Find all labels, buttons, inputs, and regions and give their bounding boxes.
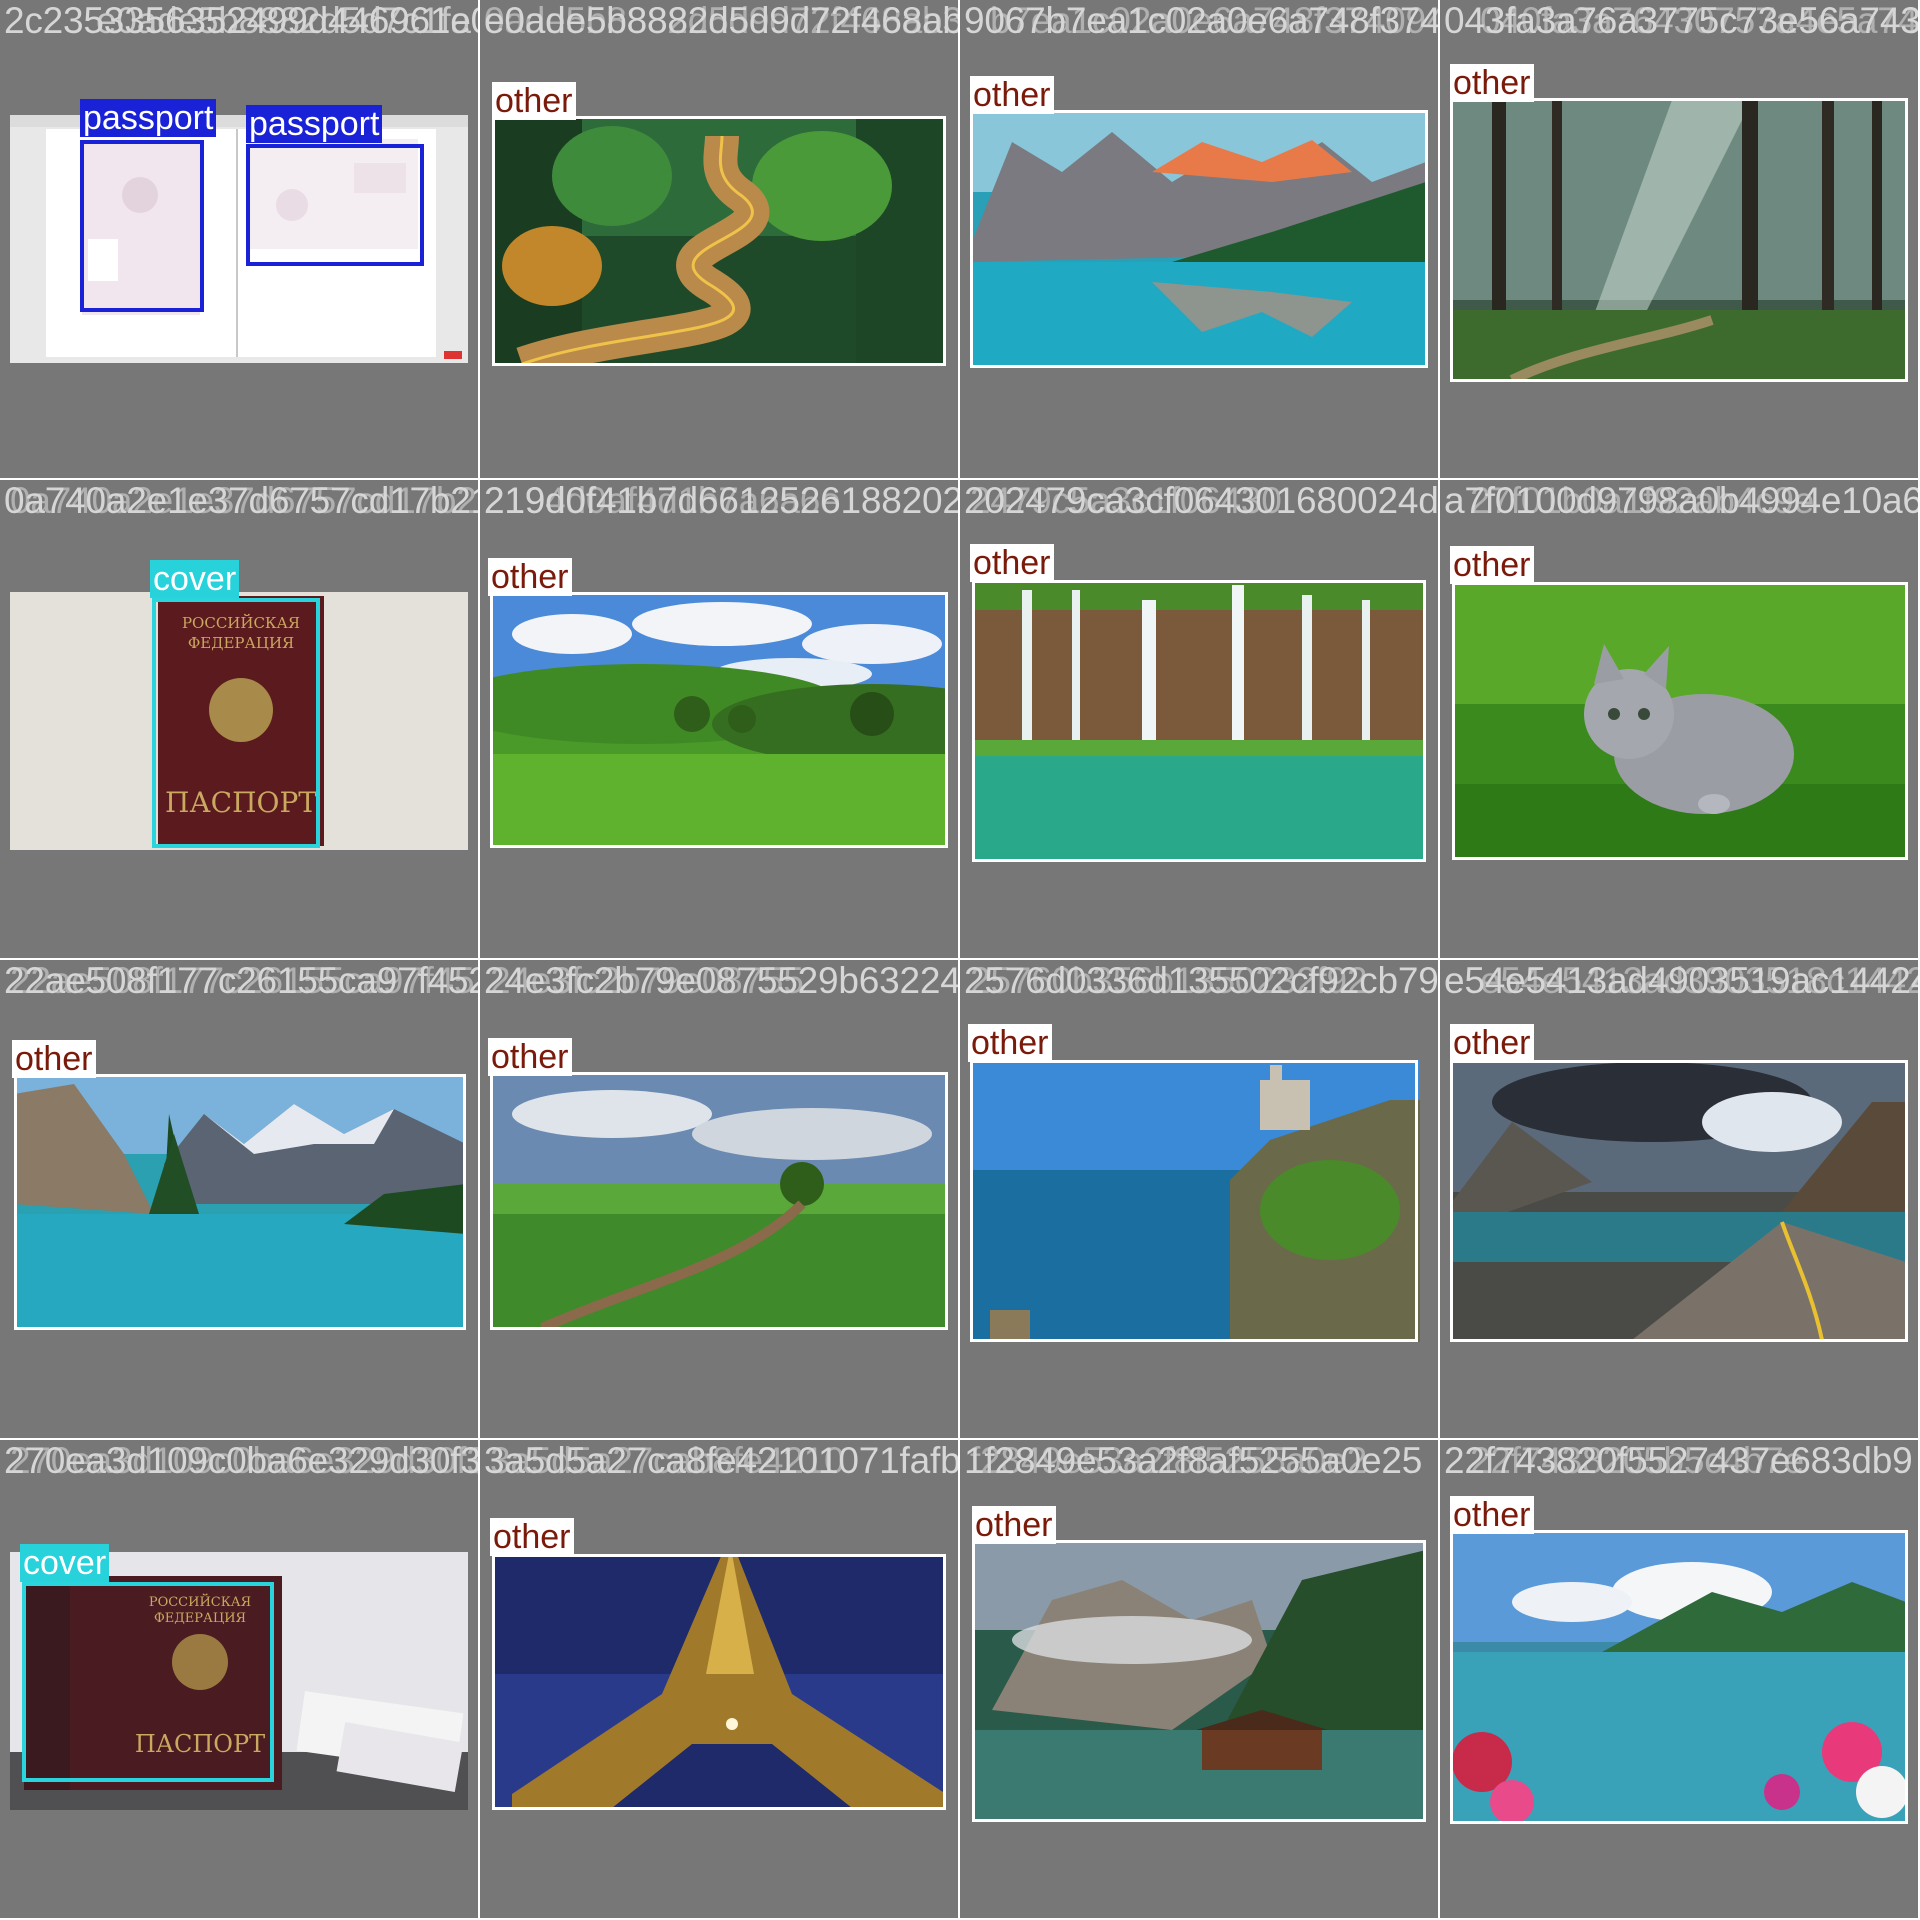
tile-filename-overlap: 0ade5b8882d5d9d72f468ab3967b7ea1c02a0e6a [484,0,958,41]
class-label: other [972,1506,1056,1544]
class-label: other [1450,546,1534,584]
bounding-box [490,592,948,848]
class-label: other [488,1038,572,1076]
tile-1: e0ade5b8882d5d9d72f468ab39 0ade5b8882d5d… [480,0,958,478]
tile-2: 9067b7ea1c02a0e6a748f37409 b7ea1c02a0e6a… [960,0,1438,478]
bounding-box [22,1582,274,1782]
tile-filename-overlap: 22ae508f177c26155ca97f45 [10,960,475,1001]
bounding-box [972,580,1426,862]
tile-6: 202479ca3cf064301680024dfa 2479c5a3c1f06… [960,480,1438,958]
class-label: cover [20,1544,110,1582]
tile-filename-overlap: 22f7438205b5c4b7e [1470,1440,1805,1481]
class-label: other [968,1024,1052,1062]
tile-filename-overlap: 2479c5a3c1f06430 [970,480,1282,521]
bounding-box [14,1074,466,1330]
tile-filename-overlap: 040fa3a76430757a4e5a7439 [1480,0,1918,41]
class-label: other [12,1040,96,1078]
tile-filename-overlap: 270ea3d109c0ba6e329d30f3 [10,1440,478,1481]
class-label: other [490,1518,574,1556]
tile-10: 2576d0336d135502cf92cb799e 25760b356b135… [960,960,1438,1438]
bounding-box [80,140,204,312]
tile-4: 0a740a2e1e37d6757cd17b2194d0f41f7d661252… [0,480,478,958]
bounding-box [492,116,946,366]
tile-3: 043fa3a76a3775c73e56a7439 040fa3a7643075… [1440,0,1918,478]
tile-0: 2c2353356352499d446961e0ade5b8882d5d7c1f… [0,0,478,478]
tile-5: 219d0f41b7d6612526188202479ca3cf06430 21… [480,480,958,958]
bounding-box [970,110,1428,368]
tile-15: 22f743820f5527437e683db9 22f7438205b5c4b… [1440,1440,1918,1918]
tile-filename-overlap: 25760b356b1350232f92 [970,960,1368,1001]
tile-filename-overlap: 0a740a2e1e37d6757cd17b2a [10,480,478,521]
tile-filename-overlap: f2849e53a2f8f5255a0e2 [970,1440,1368,1481]
class-label: cover [150,560,240,598]
class-label: passport [80,99,217,137]
tile-filename-overlap: 27f01b0a1f92ab4c9e [1470,480,1815,521]
tile-7: a7f0100d9798a0b4994e10a64c4 27f01b0a1f92… [1440,480,1918,958]
bounding-box [1450,1530,1908,1824]
class-label: other [488,558,572,596]
tile-filename-overlap: 24e3fc2b79e08755 [490,960,804,1001]
class-label: other [492,82,576,120]
tile-13: 3a5d5a27ca8fe42101071fafb5f8b1f2849e5a2f… [480,1440,958,1918]
tile-9: 24e3fc2b79e0875529b632246257 24e3fc2b79e… [480,960,958,1438]
class-label: other [1450,1496,1534,1534]
tile-8: 22ae508f177c26155ca97f4524e3fc2b79e08755… [0,960,478,1438]
tile-filename-overlap: 3a5d5a27cab8fe4210 [490,1440,845,1481]
class-label: other [1450,1024,1534,1062]
bounding-box [490,1072,948,1330]
bounding-box [1450,98,1908,382]
bounding-box [1452,582,1908,860]
bounding-box [152,598,320,848]
tile-filename-overlap: b7ea1c02a0e6a748f3740943fa3a7c [990,0,1438,41]
class-label: other [970,544,1054,582]
bounding-box [246,144,424,266]
tile-filename-overlap: e54e5413ad3903518c14424 [1480,960,1918,1001]
bounding-box [972,1540,1426,1822]
bounding-box [1450,1060,1908,1342]
image-grid: 2c2353356352499d446961e0ade5b8882d5d7c1f… [0,0,1920,1920]
class-label: other [1450,64,1534,102]
bounding-box [492,1554,946,1810]
class-label: other [970,76,1054,114]
tile-11: e54e5413ad4903519ac14424f e54e5413ad3903… [1440,960,1918,1438]
tile-filename-overlap: e0ade5b8882d5d7c1fa [96,0,471,41]
tile-14: 1f2849e53a2f8af5255a0e25 f2849e53a2f8f52… [960,1440,1438,1918]
class-label: passport [246,105,383,143]
tile-filename-overlap: 2194d0af4d1b7a6a6e [484,480,841,521]
tile-12: 270ea3d109c0ba6e329d30f3a5d5a27cab8fe421… [0,1440,478,1918]
bounding-box [970,1060,1418,1342]
